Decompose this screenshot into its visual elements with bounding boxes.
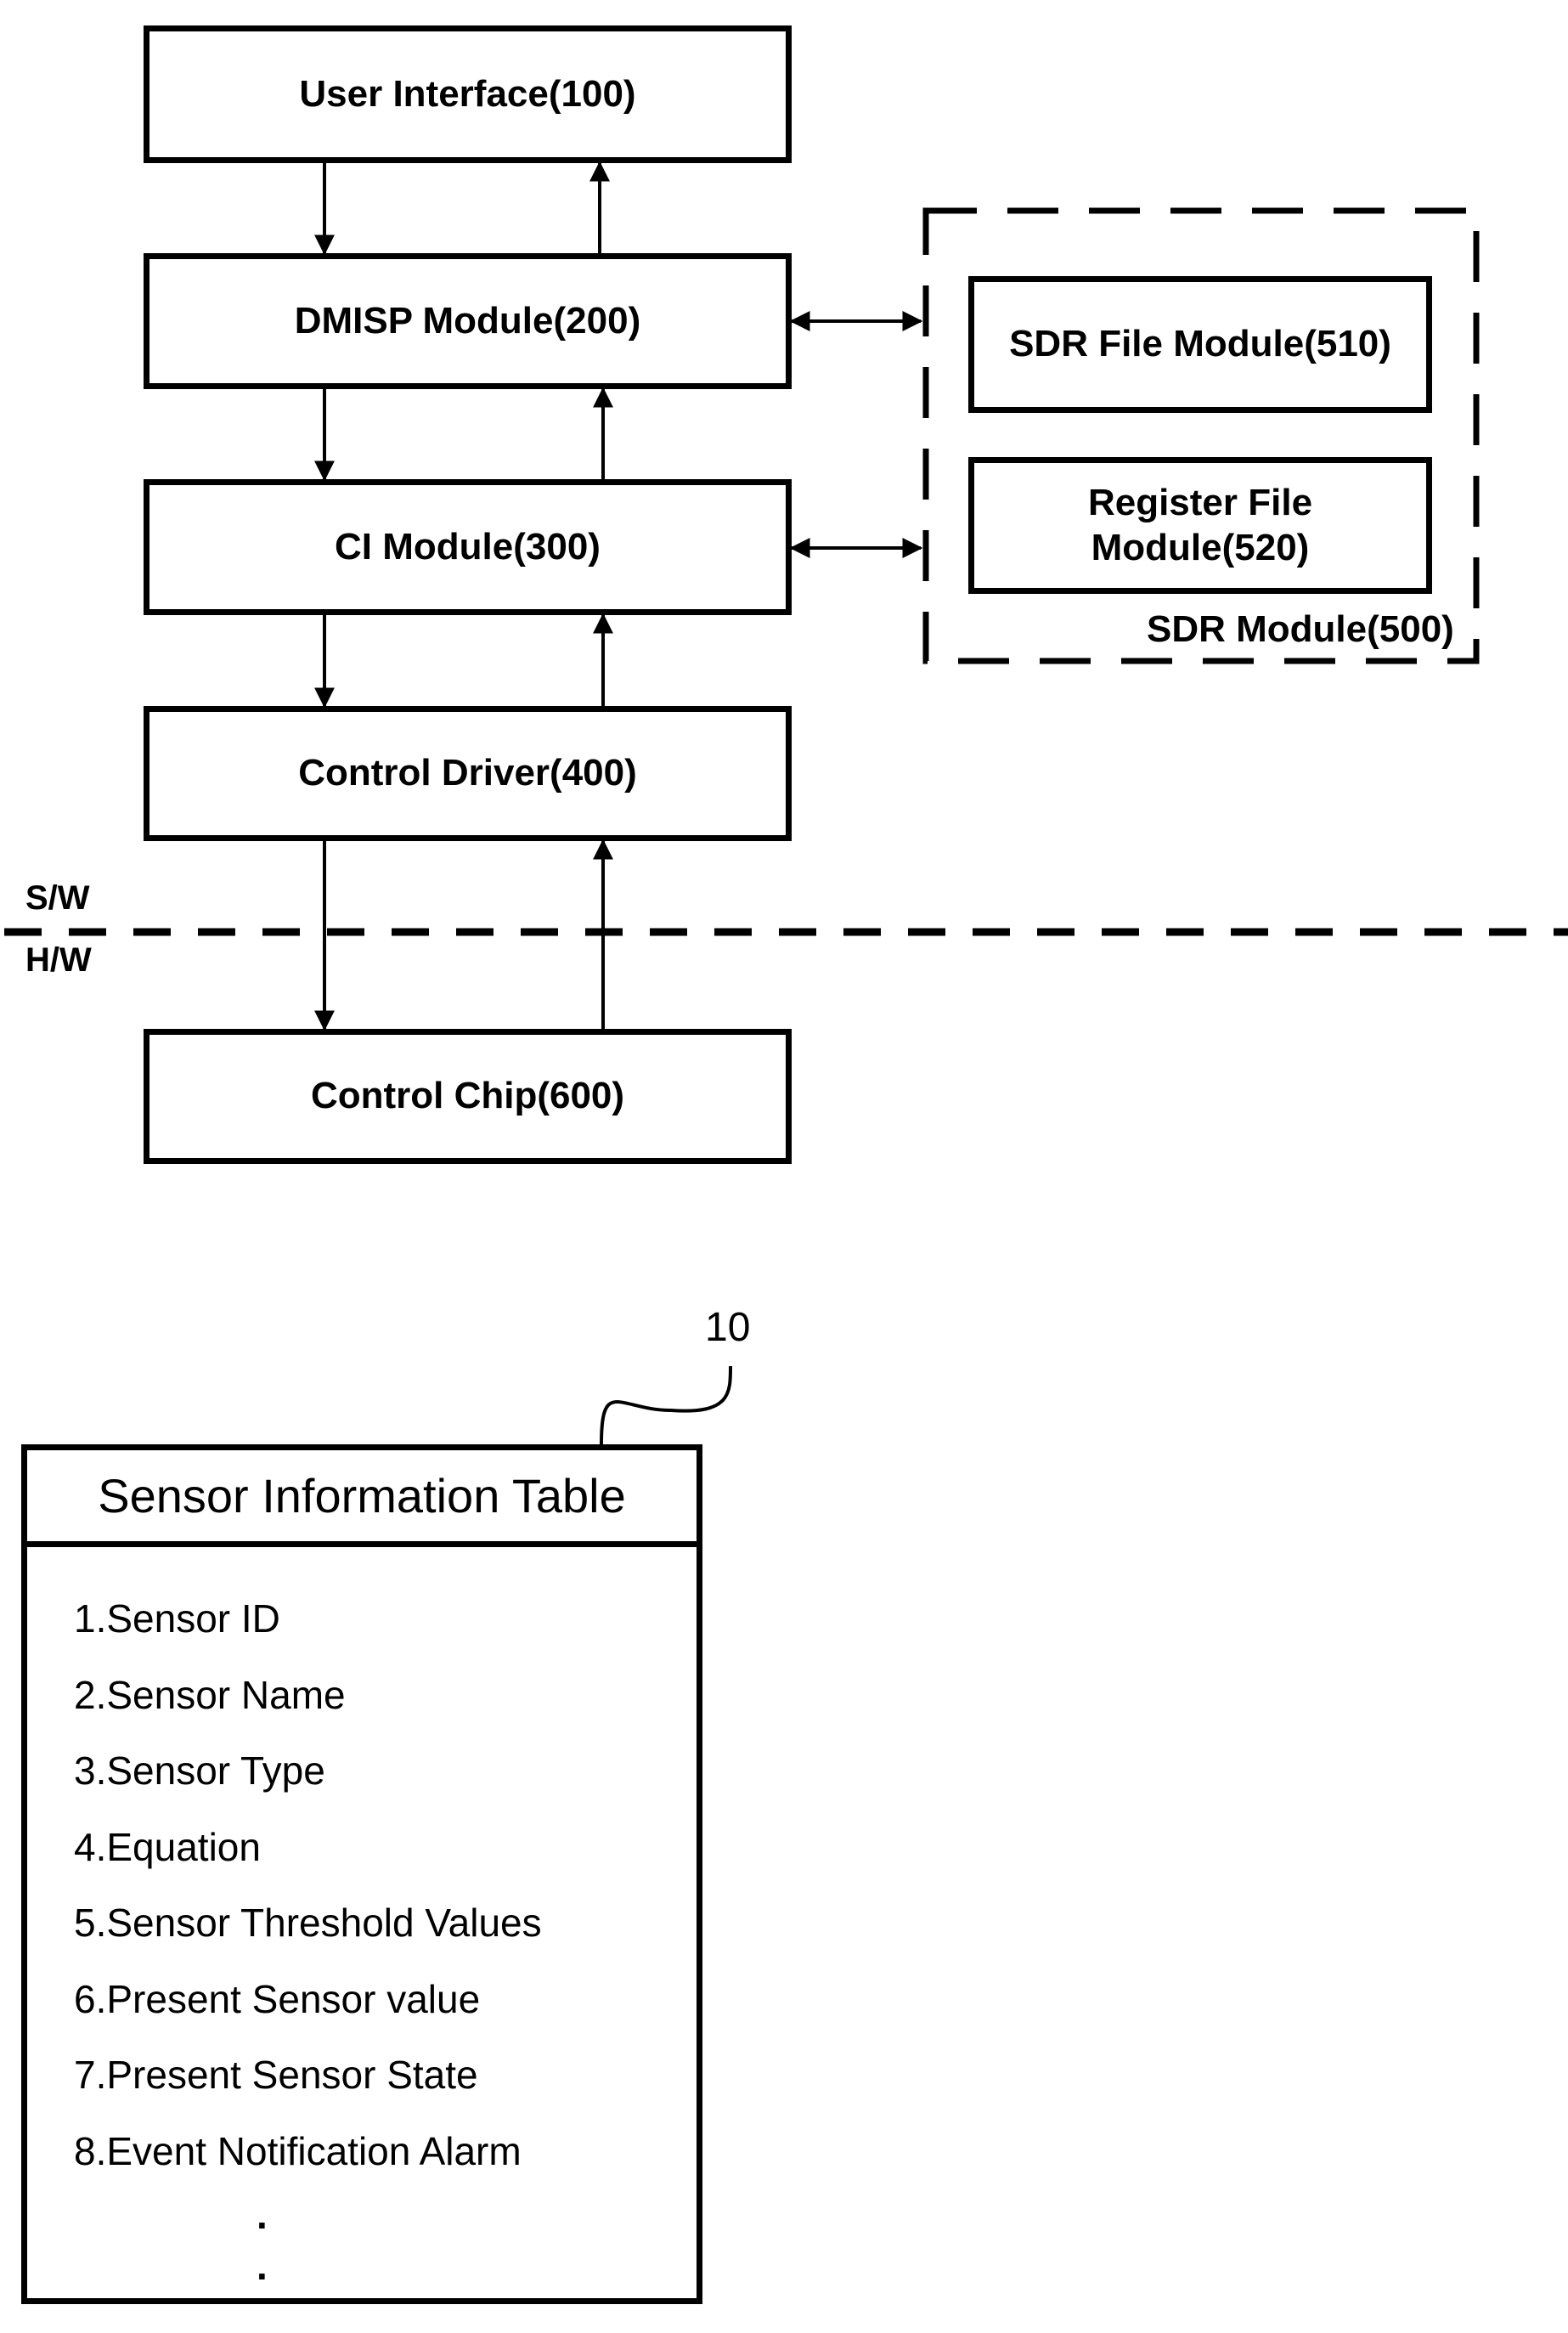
control-driver-box: Control Driver(400) bbox=[144, 706, 792, 841]
control-chip-label: Control Chip(600) bbox=[310, 1075, 625, 1117]
table-item: 4.Equation bbox=[74, 1824, 261, 1869]
control-driver-label: Control Driver(400) bbox=[298, 752, 637, 794]
register-file-module-box: Register File Module(520) bbox=[968, 457, 1432, 594]
table-item: 2.Sensor Name bbox=[74, 1672, 346, 1717]
user-interface-box: User Interface(100) bbox=[144, 25, 792, 163]
control-chip-box: Control Chip(600) bbox=[144, 1029, 792, 1164]
dmisp-module-box: DMISP Module(200) bbox=[144, 253, 792, 389]
register-file-module-label: Register File Module(520) bbox=[1087, 481, 1313, 568]
sdr-file-module-label: SDR File Module(510) bbox=[1009, 323, 1391, 365]
reference-leader-line bbox=[600, 1365, 732, 1445]
dmisp-module-label: DMISP Module(200) bbox=[294, 299, 641, 342]
reference-number: 10 bbox=[705, 1305, 751, 1350]
table-title: Sensor Information Table bbox=[27, 1450, 697, 1547]
table-item: 3.Sensor Type bbox=[74, 1748, 325, 1793]
user-interface-label: User Interface(100) bbox=[299, 72, 636, 115]
hw-label: H/W bbox=[25, 941, 92, 979]
table-item: 5.Sensor Threshold Values bbox=[74, 1901, 542, 1945]
ci-module-label: CI Module(300) bbox=[335, 525, 601, 568]
continuation-dot: . bbox=[257, 2193, 268, 2237]
table-item: 6.Present Sensor value bbox=[74, 1976, 481, 2021]
sensor-information-table: Sensor Information Table 1.Sensor ID 2.S… bbox=[21, 1444, 702, 2304]
table-item: 8.Event Notification Alarm bbox=[74, 2128, 522, 2173]
sdr-file-module-box: SDR File Module(510) bbox=[968, 276, 1432, 413]
ci-module-box: CI Module(300) bbox=[144, 479, 792, 615]
table-item: 1.Sensor ID bbox=[74, 1596, 280, 1641]
table-body: 1.Sensor ID 2.Sensor Name 3.Sensor Type … bbox=[27, 1547, 697, 2291]
sw-label: S/W bbox=[25, 879, 90, 917]
continuation-dot: . bbox=[257, 2244, 268, 2288]
table-item: 7.Present Sensor State bbox=[74, 2053, 478, 2097]
sdr-module-label: SDR Module(500) bbox=[1147, 608, 1454, 650]
